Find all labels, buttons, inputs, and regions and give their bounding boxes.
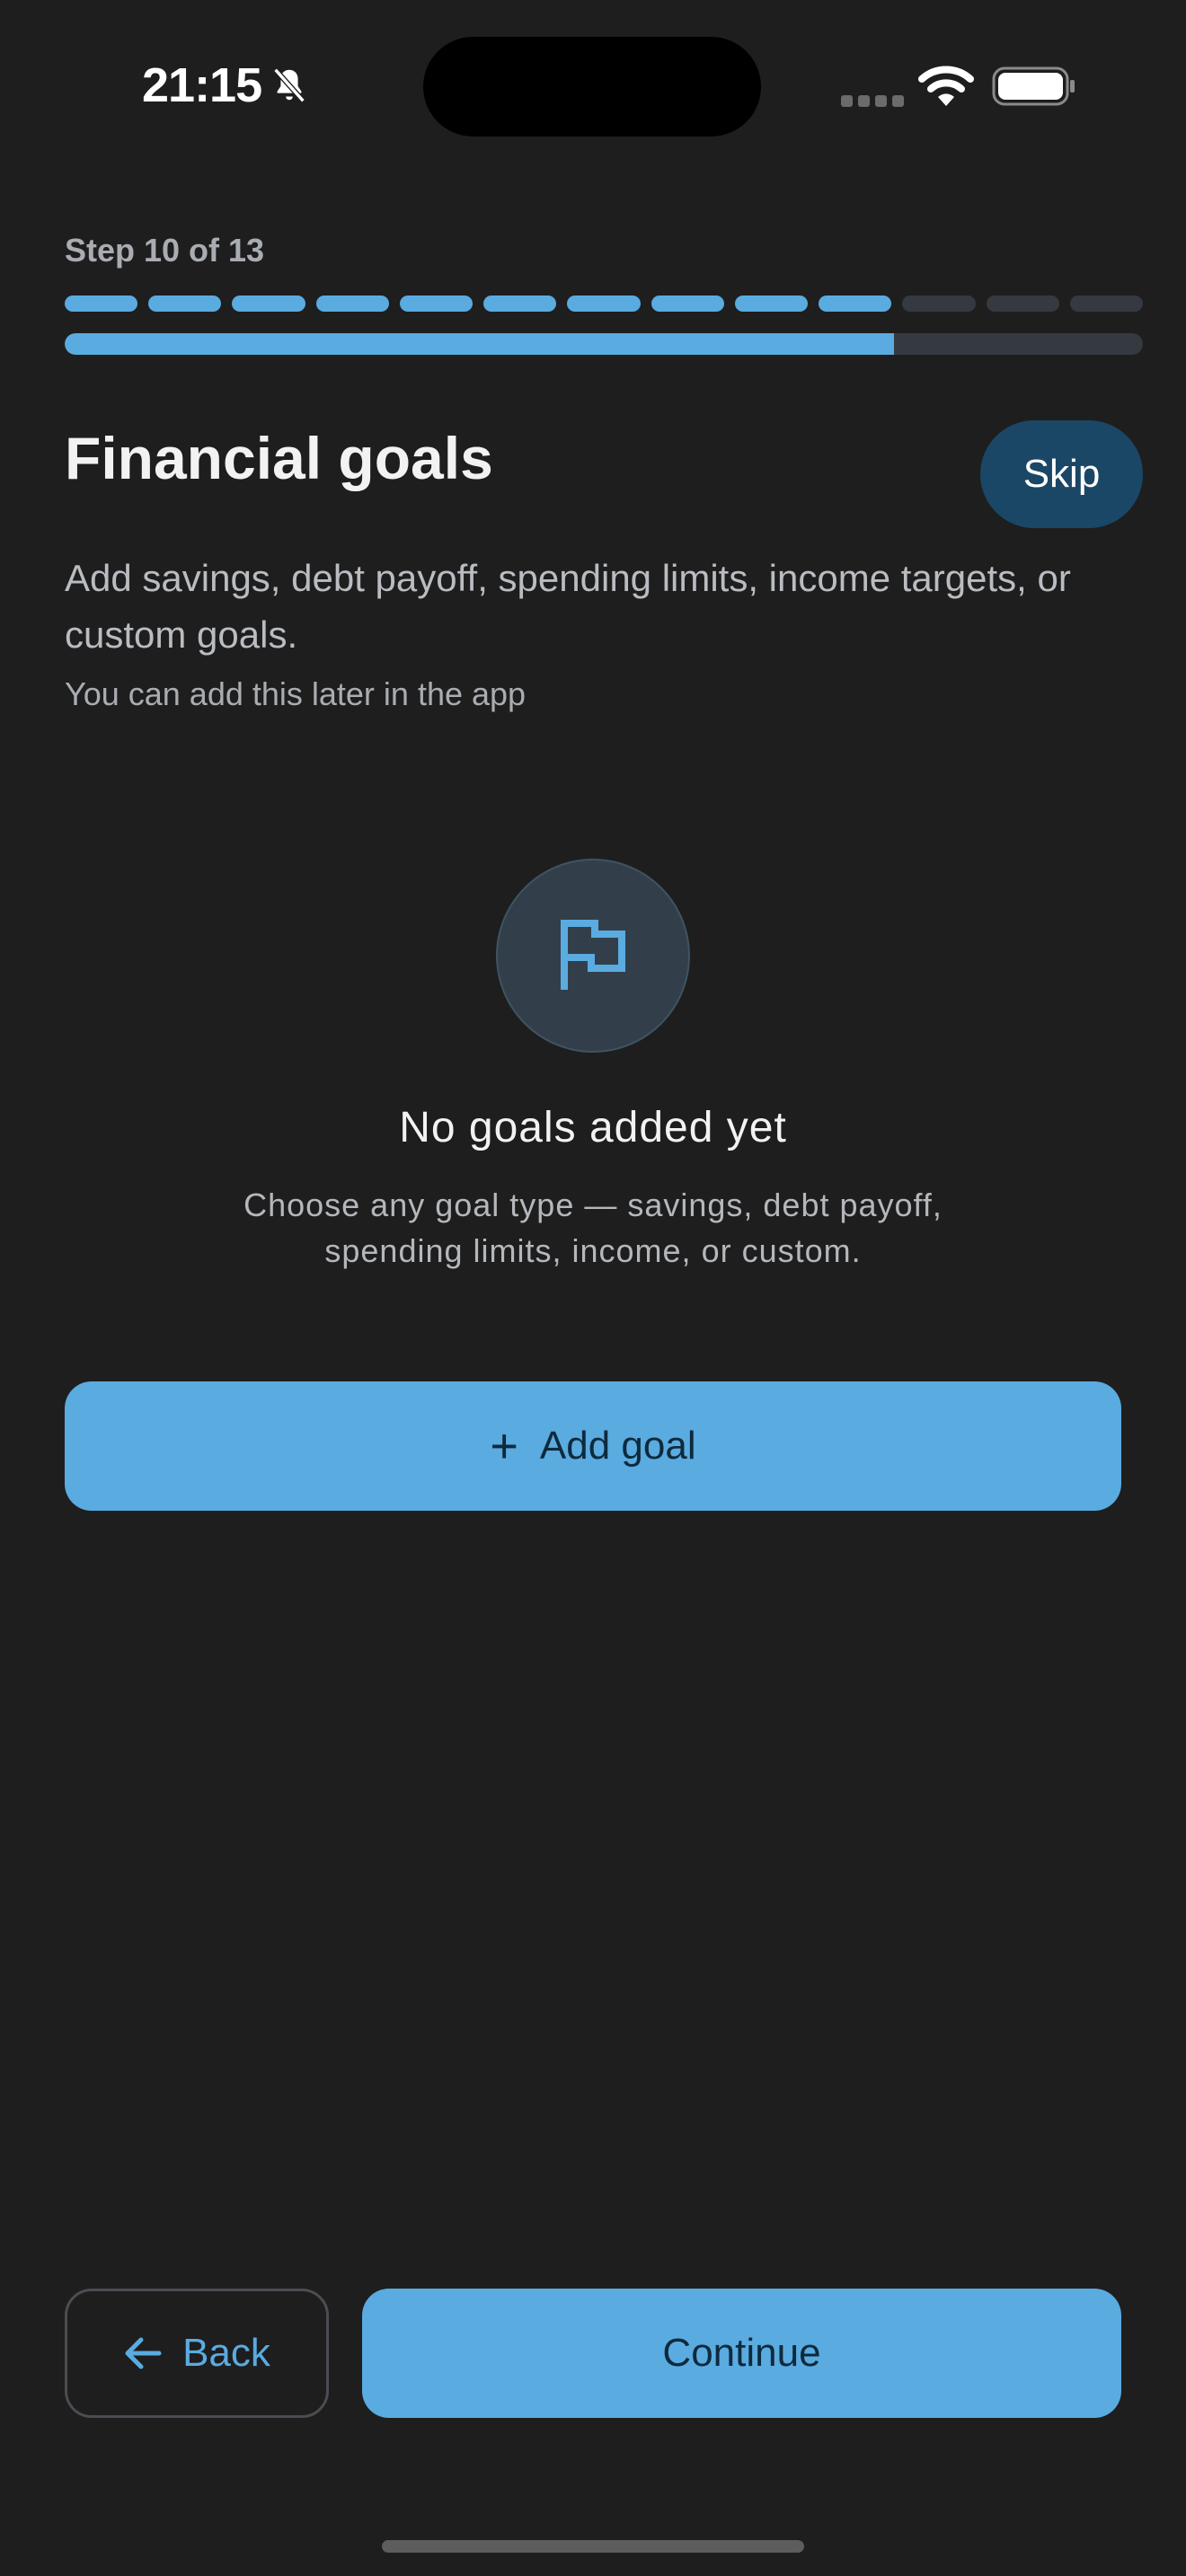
step-segment (902, 296, 976, 312)
arrow-left-icon (125, 2337, 162, 2369)
step-segment (567, 296, 641, 312)
back-button[interactable]: Back (65, 2289, 329, 2418)
progress-bar (65, 333, 1143, 355)
bell-slash-icon (273, 67, 305, 103)
step-segment (315, 296, 389, 312)
empty-state-badge (496, 859, 690, 1053)
progress-fill (65, 333, 894, 355)
empty-state-title: No goals added yet (399, 1104, 787, 1151)
step-segment (819, 296, 892, 312)
continue-button[interactable]: Continue (362, 2289, 1121, 2418)
step-segment (65, 296, 138, 312)
step-segment (483, 296, 557, 312)
dynamic-island (423, 37, 761, 137)
onboarding-screen: 21:15 Step 10 of 13 Financial goals Skip… (0, 0, 1186, 2576)
step-segment (232, 296, 305, 312)
battery-icon (992, 66, 1075, 106)
wifi-icon (918, 66, 974, 106)
skip-button[interactable]: Skip (980, 420, 1143, 528)
page-hint: You can add this later in the app (65, 675, 527, 712)
step-segment (734, 296, 809, 312)
add-goal-label: Add goal (539, 1424, 696, 1468)
step-counter: Step 10 of 13 (65, 232, 265, 269)
plus-icon: + (490, 1419, 518, 1473)
page-title: Financial goals (65, 425, 493, 491)
cellular-signal-icon (841, 95, 904, 107)
page-description: Add savings, debt payoff, spending limit… (65, 557, 1071, 656)
step-segment (986, 296, 1059, 312)
step-segment (1069, 296, 1144, 312)
step-segment (399, 296, 474, 312)
status-time: 21:15 (142, 57, 310, 113)
step-segments (65, 296, 1144, 312)
flag-icon (561, 920, 625, 990)
step-segment (148, 296, 222, 312)
status-time-text: 21:15 (142, 58, 262, 112)
back-label: Back (182, 2331, 270, 2375)
add-goal-button[interactable]: + Add goal (65, 1381, 1121, 1511)
step-segment (651, 296, 724, 312)
empty-state-text: Choose any goal type — savings, debt pay… (243, 1187, 943, 1269)
home-indicator (382, 2540, 804, 2553)
